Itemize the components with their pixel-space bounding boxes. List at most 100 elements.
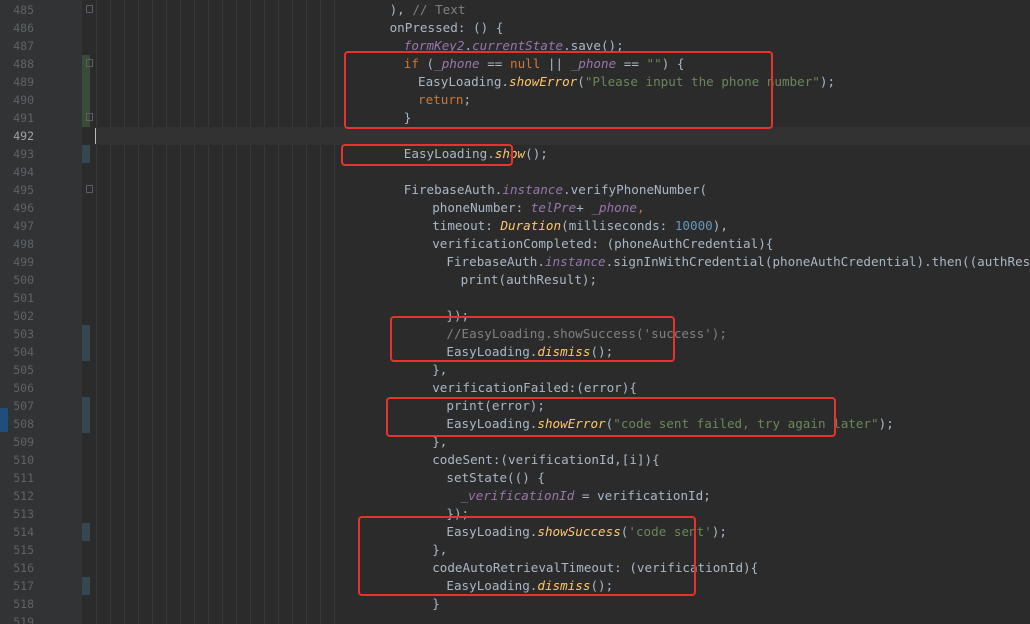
code-line[interactable]: 503 //EasyLoading.showSuccess('success'); — [0, 325, 1030, 343]
code-token: 'code sent' — [628, 524, 712, 539]
code-token: showSuccess — [537, 524, 621, 539]
line-number: 485 — [13, 3, 34, 17]
code-line[interactable]: 485), // Text — [0, 1, 1030, 19]
code-token: + — [576, 200, 592, 215]
line-number: 515 — [13, 543, 34, 557]
code-line[interactable]: 499 FirebaseAuth.instance.signInWithCrede… — [0, 253, 1030, 271]
line-number: 489 — [13, 75, 34, 89]
code-token: instance — [544, 254, 606, 269]
code-text: FirebaseAuth.instance.verifyPhoneNumber( — [404, 181, 707, 199]
fold-icon[interactable] — [86, 59, 93, 67]
code-line[interactable]: 511 setState(() { — [0, 469, 1030, 487]
code-line[interactable]: 494 — [0, 163, 1030, 181]
code-line[interactable]: 504 EasyLoading.dismiss(); — [0, 343, 1030, 361]
code-token: ), — [712, 218, 728, 233]
code-line[interactable]: 500 print(authResult); — [0, 271, 1030, 289]
code-line[interactable]: 488 if (_phone == null || _phone == "") { — [0, 55, 1030, 73]
code-line[interactable]: 514 EasyLoading.showSuccess('code sent'); — [0, 523, 1030, 541]
change-marker — [82, 523, 90, 541]
code-text: } — [432, 595, 440, 613]
code-text: EasyLoading.dismiss(); — [446, 577, 613, 595]
line-number: 496 — [13, 201, 34, 215]
code-line[interactable]: 516 codeAutoRetrievalTimeout: (verificati… — [0, 559, 1030, 577]
code-line[interactable]: 498 verificationCompleted: (phoneAuthCred… — [0, 235, 1030, 253]
code-token: || — [540, 56, 571, 71]
code-line[interactable]: 513}); — [0, 505, 1030, 523]
code-token: Duration — [500, 218, 562, 233]
code-line[interactable]: 519 — [0, 613, 1030, 624]
code-token: _phone — [434, 56, 480, 71]
code-line[interactable]: 517 EasyLoading.dismiss(); — [0, 577, 1030, 595]
line-number: 495 — [13, 183, 34, 197]
code-token: timeout: — [432, 218, 501, 233]
line-number: 500 — [13, 273, 34, 287]
code-line[interactable]: 502}); — [0, 307, 1030, 325]
code-token: = verificationId; — [574, 488, 711, 503]
line-number: 501 — [13, 291, 34, 305]
code-line[interactable]: 496 phoneNumber: telPre+ _phone, — [0, 199, 1030, 217]
code-editor[interactable]: 485), // Text 486 onPressed: () { 487 formKe… — [0, 0, 1030, 624]
line-number: 512 — [13, 489, 34, 503]
change-marker — [82, 343, 90, 361]
line-number: 513 — [13, 507, 34, 521]
fold-icon[interactable] — [86, 185, 93, 193]
code-line[interactable]: 515}, — [0, 541, 1030, 559]
code-line[interactable]: 491} — [0, 109, 1030, 127]
code-line[interactable]: 512 _verificationId = verificationId; — [0, 487, 1030, 505]
code-line[interactable]: 493 EasyLoading.show(); — [0, 145, 1030, 163]
fold-icon[interactable] — [86, 5, 93, 13]
line-number: 486 — [13, 21, 34, 35]
code-token: _phone — [591, 200, 637, 215]
code-text: } — [404, 109, 412, 127]
code-text: EasyLoading.dismiss(); — [446, 343, 613, 361]
code-token: FirebaseAuth. — [446, 254, 545, 269]
code-token: print(authResult); — [460, 272, 598, 287]
code-text: }, — [432, 433, 447, 451]
line-number: 488 — [13, 57, 34, 71]
code-token: //EasyLoading.showSuccess('success'); — [446, 326, 727, 341]
code-token: dismiss — [537, 578, 591, 593]
code-token: null — [509, 56, 541, 71]
code-token: ; — [463, 92, 472, 107]
code-line[interactable]: 486 onPressed: () { — [0, 19, 1030, 37]
code-token: _phone — [570, 56, 617, 71]
code-line[interactable]: 510 codeSent:(verificationId,[i]){ — [0, 451, 1030, 469]
code-line[interactable]: 518} — [0, 595, 1030, 613]
line-number: 504 — [13, 345, 34, 359]
code-token: codeAutoRetrievalTimeout: (verificationI… — [432, 560, 759, 575]
code-line[interactable]: 487 formKey2.currentState.save(); — [0, 37, 1030, 55]
line-number: 519 — [13, 615, 34, 624]
code-token: ( — [577, 74, 585, 89]
code-token: ), — [389, 2, 413, 17]
code-line[interactable]: 497 timeout: Duration(milliseconds: 10000… — [0, 217, 1030, 235]
code-text: }); — [446, 505, 469, 523]
code-token: , — [636, 200, 645, 215]
code-text: verificationFailed:(error){ — [432, 379, 637, 397]
change-marker — [82, 397, 90, 415]
code-token: }, — [432, 434, 448, 449]
code-token: verificationCompleted: (phoneAuthCredent… — [432, 236, 774, 251]
line-number: 492 — [13, 129, 34, 143]
code-line[interactable]: 490 return; — [0, 91, 1030, 109]
code-token: onPressed: () { — [389, 20, 504, 35]
code-line[interactable]: 508 EasyLoading.showError("code sent fail… — [0, 415, 1030, 433]
code-token: "" — [646, 56, 662, 71]
line-number: 514 — [13, 525, 34, 539]
line-number: 491 — [13, 111, 34, 125]
code-line[interactable]: 492 — [0, 127, 1030, 145]
code-token: show — [494, 146, 526, 161]
change-marker — [82, 577, 90, 595]
current-line-highlight — [96, 127, 1030, 145]
fold-icon[interactable] — [86, 113, 93, 121]
code-line[interactable]: 505}, — [0, 361, 1030, 379]
code-line[interactable]: 489 EasyLoading.showError("Please input t… — [0, 73, 1030, 91]
code-text: }, — [432, 361, 447, 379]
code-line[interactable]: 506 verificationFailed:(error){ — [0, 379, 1030, 397]
code-line[interactable]: 509}, — [0, 433, 1030, 451]
code-token: instance — [502, 182, 564, 197]
code-line[interactable]: 507 print(error); — [0, 397, 1030, 415]
code-token: (); — [525, 146, 548, 161]
code-line[interactable]: 501 — [0, 289, 1030, 307]
code-line[interactable]: 495 FirebaseAuth.instance.verifyPhoneNumb… — [0, 181, 1030, 199]
code-text: EasyLoading.show(); — [404, 145, 548, 163]
